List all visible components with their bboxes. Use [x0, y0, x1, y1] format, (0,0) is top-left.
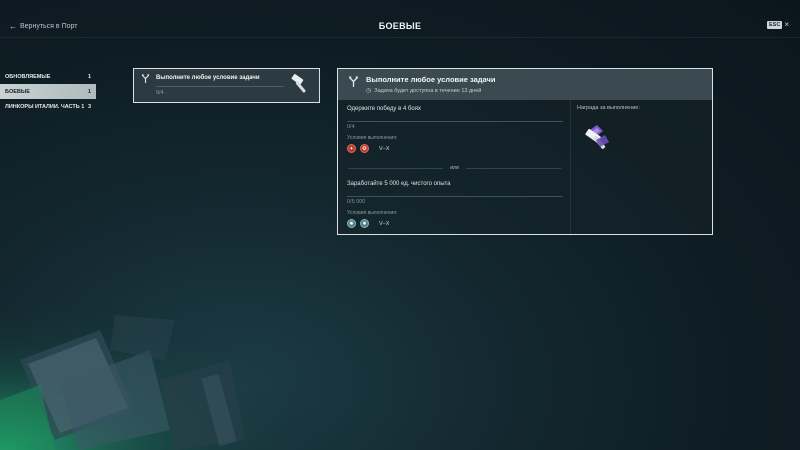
- page-title: БОЕВЫЕ: [378, 21, 422, 31]
- task-card-progress-bar: [156, 86, 284, 87]
- nation-icons: ✺ ✹ V–X: [347, 219, 389, 228]
- condition-progress-bar: [347, 121, 563, 122]
- condition-title: Одержите победу в 4 боях: [347, 106, 421, 112]
- task-card-title: Выполните любое условие задачи: [156, 75, 260, 81]
- sidebar-item-count: 3: [87, 103, 91, 110]
- clock-icon: ◷: [366, 88, 372, 94]
- task-card-progress: 0/4: [156, 90, 164, 96]
- or-divider: или: [338, 165, 571, 171]
- reward-label: Награда за выполнение:: [577, 105, 640, 111]
- sidebar-item-count: 1: [87, 73, 91, 80]
- sidebar-item-label: ОБНОВЛЯЕМЫЕ: [5, 73, 51, 80]
- availability-text: ◷ Задача будет доступна в течение 13 дне…: [366, 87, 482, 95]
- nation-icons: ✦ ✪ V–X: [347, 144, 389, 153]
- nation-flag-icon: ✹: [360, 219, 369, 228]
- nation-flag-icon: ✺: [347, 219, 356, 228]
- branch-icon: [348, 76, 359, 90]
- hammer-icon: [290, 73, 312, 100]
- detail-body: Одержите победу в 4 боях 0/4 Условия вып…: [338, 100, 712, 234]
- hammer-reward-icon[interactable]: [583, 122, 613, 157]
- sidebar-item-combat[interactable]: БОЕВЫЕ 1: [0, 84, 96, 99]
- condition-title: Заработайте 5 000 ед. чистого опыта: [347, 181, 451, 187]
- tier-range: V–X: [379, 145, 390, 152]
- sidebar-item-italian-battleships[interactable]: ЛИНКОРЫ ИТАЛИИ. ЧАСТЬ 1 3: [0, 99, 96, 114]
- sidebar-item-label: БОЕВЫЕ: [5, 88, 30, 95]
- tier-range: V–X: [379, 220, 390, 227]
- detail-title: Выполните любое условие задачи: [366, 75, 496, 84]
- sidebar-item-updatable[interactable]: ОБНОВЛЯЕМЫЕ 1: [0, 69, 96, 84]
- background-decoration: [0, 290, 340, 450]
- close-icon: ×: [784, 20, 789, 29]
- esc-key-badge: ESC: [767, 21, 783, 29]
- nation-flag-icon: ✪: [360, 144, 369, 153]
- detail-header: Выполните любое условие задачи ◷ Задача …: [338, 69, 712, 100]
- condition-progress-bar: [347, 196, 563, 197]
- condition-progress: 0/5 000: [347, 199, 366, 205]
- conditions-column: Одержите победу в 4 боях 0/4 Условия вып…: [338, 100, 571, 234]
- condition-progress: 0/4: [347, 124, 355, 130]
- top-bar: ← Вернуться в Порт БОЕВЫЕ ESC ×: [0, 0, 800, 38]
- category-sidebar: ОБНОВЛЯЕМЫЕ 1 БОЕВЫЕ 1 ЛИНКОРЫ ИТАЛИИ. Ч…: [0, 69, 96, 114]
- sidebar-item-count: 1: [87, 88, 91, 95]
- conditions-label: Условия выполнения:: [347, 135, 398, 141]
- branch-icon: [141, 74, 150, 85]
- sidebar-item-label: ЛИНКОРЫ ИТАЛИИ. ЧАСТЬ 1: [5, 103, 85, 110]
- close-button[interactable]: ESC ×: [767, 21, 789, 29]
- availability-label: Задача будет доступна в течение 13 дней: [374, 87, 482, 94]
- task-detail-panel: Выполните любое условие задачи ◷ Задача …: [337, 68, 713, 235]
- reward-column: Награда за выполнение:: [572, 100, 712, 234]
- nation-flag-icon: ✦: [347, 144, 356, 153]
- conditions-label: Условия выполнения:: [347, 210, 398, 216]
